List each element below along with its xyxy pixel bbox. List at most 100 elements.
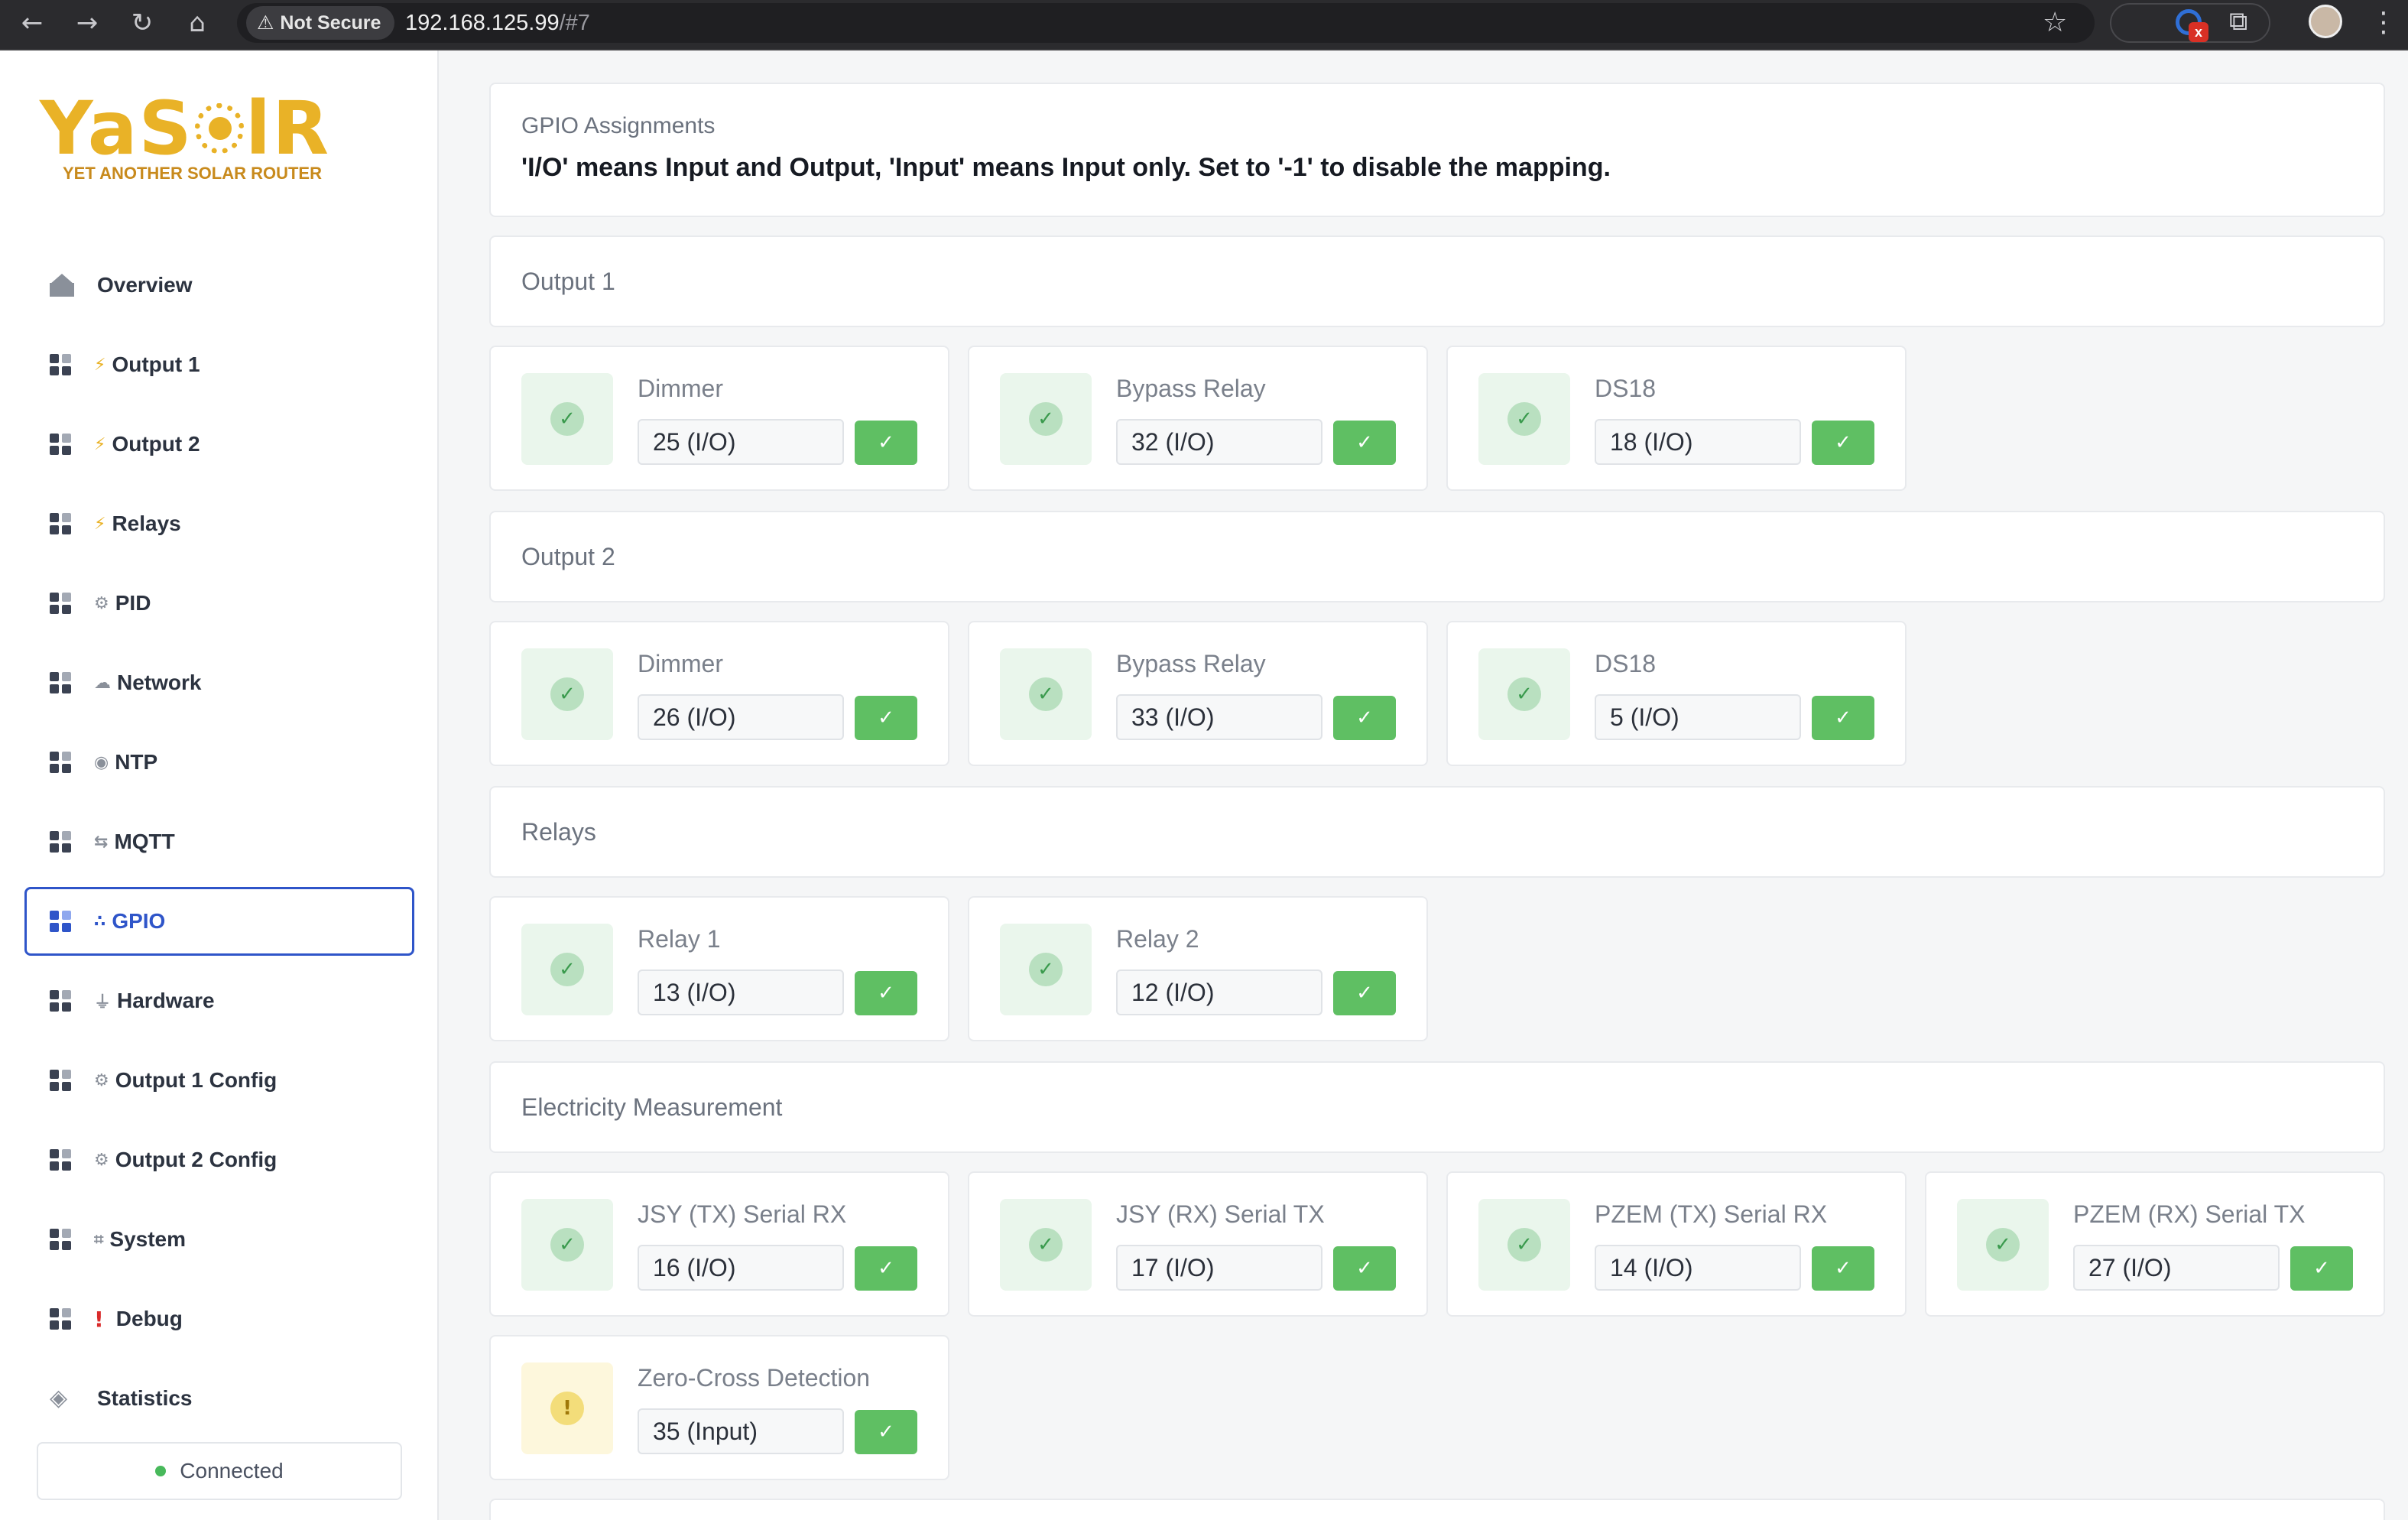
- next-section-card: [489, 1499, 2385, 1520]
- sidebar-item-ntp[interactable]: ◉ NTP: [24, 728, 414, 797]
- sidebar-item-statistics[interactable]: ◈ Statistics: [24, 1364, 414, 1433]
- check-circle-icon: ✓: [1029, 1228, 1063, 1262]
- sidebar-item-relays[interactable]: ⚡ Relays: [24, 489, 414, 558]
- status-ok: ✓: [1000, 1199, 1092, 1291]
- section-title-relays: Relays: [489, 786, 2385, 878]
- gear-icon: ⚙: [94, 1150, 109, 1170]
- apply-button[interactable]: ✓: [855, 421, 917, 465]
- gear-icon: ⚙: [94, 1070, 109, 1090]
- sidebar-item-pid[interactable]: ⚙ PID: [24, 569, 414, 638]
- sidebar-item-mqtt[interactable]: ⇆ MQTT: [24, 807, 414, 876]
- apply-button[interactable]: ✓: [1333, 421, 1396, 465]
- check-circle-icon: ✓: [550, 1228, 584, 1262]
- sidebar-item-network[interactable]: ☁ Network: [24, 648, 414, 717]
- extension-icon[interactable]: x: [2176, 9, 2208, 42]
- back-arrow-icon[interactable]: ←: [12, 3, 52, 43]
- status-ok: ✓: [1000, 373, 1092, 465]
- pin-label: Dimmer: [638, 375, 723, 402]
- apply-button[interactable]: ✓: [1333, 1246, 1396, 1291]
- pin-input[interactable]: 12 (I/O): [1116, 969, 1322, 1015]
- pin-card-jsy-serial-tx: ✓ JSY (RX) Serial TX 17 (I/O) ✓: [968, 1171, 1428, 1317]
- pin-input[interactable]: 13 (I/O): [638, 969, 844, 1015]
- apply-button[interactable]: ✓: [855, 696, 917, 740]
- apply-button[interactable]: ✓: [1333, 971, 1396, 1015]
- sidebar-item-system[interactable]: ⌗ System: [24, 1205, 414, 1274]
- sidebar-item-hardware[interactable]: ⏚ Hardware: [24, 966, 414, 1035]
- url-hash: /#7: [559, 11, 590, 35]
- layers-icon: ◈: [50, 1385, 68, 1411]
- pin-input[interactable]: 18 (I/O): [1595, 419, 1801, 465]
- cloud-icon: ☁: [94, 673, 111, 693]
- pin-input[interactable]: 27 (I/O): [2073, 1245, 2280, 1291]
- kebab-menu-icon[interactable]: ⋮: [2370, 3, 2397, 43]
- pin-input[interactable]: 14 (I/O): [1595, 1245, 1801, 1291]
- pin-input[interactable]: 35 (Input): [638, 1408, 844, 1454]
- reload-icon[interactable]: ↻: [122, 3, 162, 43]
- pin-input[interactable]: 5 (I/O): [1595, 694, 1801, 740]
- url-host: 192.168.125.99: [405, 11, 560, 35]
- bolt-icon: ⚡: [94, 434, 106, 454]
- pin-label: JSY (RX) Serial TX: [1116, 1200, 1325, 1228]
- grid-icon: [50, 1229, 71, 1250]
- sidebar-item-overview[interactable]: Overview: [24, 251, 414, 320]
- status-ok: ✓: [1000, 924, 1092, 1015]
- apply-button[interactable]: ✓: [1333, 696, 1396, 740]
- status-ok: ✓: [1000, 648, 1092, 740]
- pin-label: DS18: [1595, 375, 1657, 402]
- pin-card-output2-bypass-relay: ✓ Bypass Relay 33 (I/O) ✓: [968, 621, 1428, 766]
- home-icon[interactable]: ⌂: [177, 3, 217, 43]
- check-circle-icon: ✓: [550, 402, 584, 436]
- pin-card-relay-1: ✓ Relay 1 13 (I/O) ✓: [489, 896, 949, 1041]
- apply-button[interactable]: ✓: [2290, 1246, 2353, 1291]
- apply-button[interactable]: ✓: [855, 1410, 917, 1454]
- pin-label: JSY (TX) Serial RX: [638, 1200, 847, 1228]
- pin-input[interactable]: 26 (I/O): [638, 694, 844, 740]
- sidebar-item-label: Relays: [112, 512, 181, 535]
- pin-input[interactable]: 16 (I/O): [638, 1245, 844, 1291]
- sidebar-item-output-1-config[interactable]: ⚙ Output 1 Config: [24, 1046, 414, 1115]
- pin-input[interactable]: 25 (I/O): [638, 419, 844, 465]
- pin-input[interactable]: 32 (I/O): [1116, 419, 1322, 465]
- forward-arrow-icon[interactable]: →: [67, 3, 107, 43]
- pin-input[interactable]: 33 (I/O): [1116, 694, 1322, 740]
- sidebar-item-gpio[interactable]: ∴ GPIO: [24, 887, 414, 956]
- sidebar-item-debug[interactable]: ! Debug: [24, 1285, 414, 1353]
- sidebar-item-output-1[interactable]: ⚡ Output 1: [24, 330, 414, 399]
- profile-avatar[interactable]: [2309, 5, 2342, 38]
- url-text[interactable]: 192.168.125.99/#7: [405, 6, 590, 40]
- pin-label: Bypass Relay: [1116, 650, 1266, 677]
- apply-button[interactable]: ✓: [855, 1246, 917, 1291]
- bolt-icon: ⚡: [94, 355, 106, 375]
- check-circle-icon: ✓: [550, 677, 584, 711]
- pin-input[interactable]: 17 (I/O): [1116, 1245, 1322, 1291]
- check-circle-icon: ✓: [1029, 953, 1063, 986]
- grid-icon: [50, 831, 71, 853]
- bookmark-star-icon[interactable]: ☆: [2043, 3, 2067, 43]
- sidebar-item-label: Output 2: [112, 432, 200, 456]
- grid-icon: [50, 990, 71, 1012]
- pin-card-output2-ds18: ✓ DS18 5 (I/O) ✓: [1446, 621, 1907, 766]
- sidebar-item-label: Output 2 Config: [115, 1148, 277, 1171]
- page-description: 'I/O' means Input and Output, 'Input' me…: [521, 153, 1611, 182]
- sidebar-item-label: Debug: [115, 1307, 183, 1330]
- main-content: GPIO Assignments 'I/O' means Input and O…: [439, 50, 2408, 1520]
- sidebar: YaS lR YET ANOTHER SOLAR ROUTER Overview …: [0, 50, 439, 1520]
- sidebar-item-label: PID: [115, 591, 151, 615]
- grid-icon: [50, 434, 71, 455]
- sidebar-item-label: Statistics: [97, 1386, 193, 1410]
- sidebar-nav: Overview ⚡ Output 1 ⚡ Output 2 ⚡ Relays …: [24, 251, 414, 1444]
- exclamation-icon: !: [94, 1306, 104, 1332]
- apply-button[interactable]: ✓: [1812, 421, 1874, 465]
- globe-icon: ◉: [94, 752, 109, 772]
- page-title: GPIO Assignments: [521, 113, 716, 138]
- sidebar-item-output-2[interactable]: ⚡ Output 2: [24, 410, 414, 479]
- pin-label: PZEM (TX) Serial RX: [1595, 1200, 1828, 1228]
- apply-button[interactable]: ✓: [855, 971, 917, 1015]
- puzzle-extensions-icon[interactable]: ⧉: [2229, 5, 2247, 38]
- pin-card-output2-dimmer: ✓ Dimmer 26 (I/O) ✓: [489, 621, 949, 766]
- apply-button[interactable]: ✓: [1812, 1246, 1874, 1291]
- grid-icon: [50, 911, 71, 932]
- sidebar-item-output-2-config[interactable]: ⚙ Output 2 Config: [24, 1125, 414, 1194]
- security-chip[interactable]: ⚠ Not Secure: [246, 6, 395, 40]
- apply-button[interactable]: ✓: [1812, 696, 1874, 740]
